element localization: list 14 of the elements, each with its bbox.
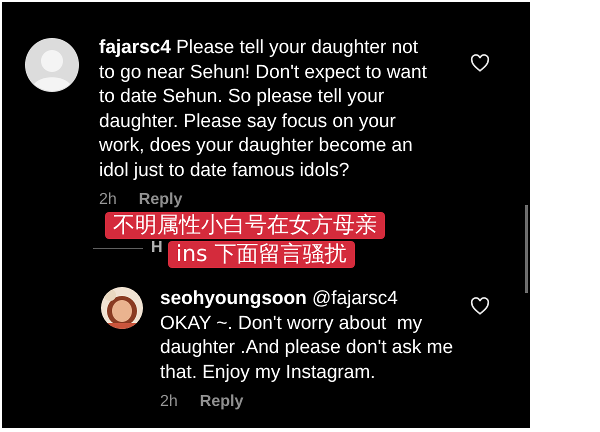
caption-text: ins 下面留言骚扰: [168, 241, 355, 268]
comment-text: OKAY ~. Don't worry about my daughter .And please don't ask me that. Enjoy my Instagram.: [160, 312, 454, 384]
comment-text: fajarsc4 Please tell your daughter not to go near Sehun! Don't expect to want to date Sehun. So please tell your daughter. Please say focus on your work, does your daughter become an idol just to date famous idols?: [99, 36, 428, 182]
heart-icon[interactable]: [470, 297, 490, 315]
scrollbar[interactable]: [525, 205, 528, 293]
heart-icon[interactable]: [470, 54, 490, 72]
comment-time: 2h: [160, 393, 178, 411]
comment-time: 2h: [99, 191, 117, 209]
replies-toggle[interactable]: H: [151, 239, 163, 257]
avatar-placeholder-icon: [25, 38, 79, 92]
caption-text: 不明属性小白号在女方母亲: [105, 212, 385, 239]
reply-link[interactable]: Reply: [138, 191, 182, 209]
comment-header: seohyoungsoon @fajarsc4: [160, 287, 399, 311]
reply-link[interactable]: Reply: [200, 393, 244, 411]
